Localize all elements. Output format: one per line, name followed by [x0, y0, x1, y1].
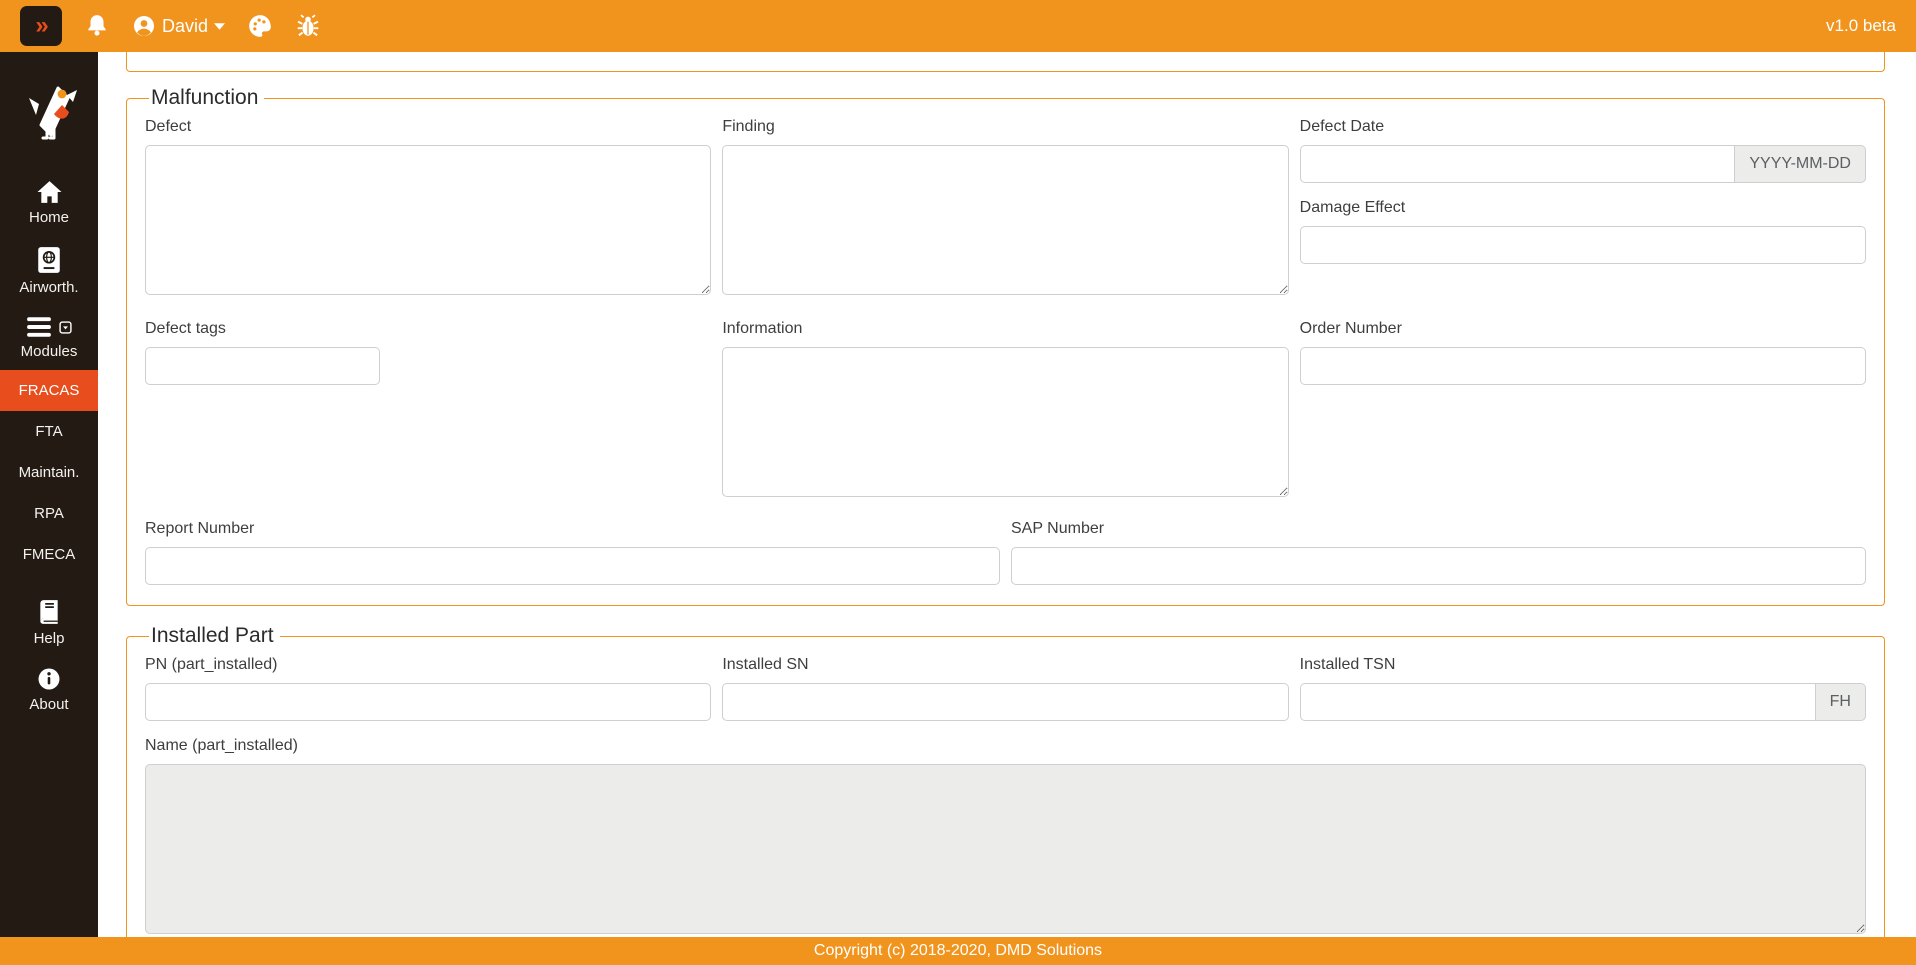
installed-part-legend: Installed Part [151, 624, 274, 647]
home-icon [36, 180, 63, 204]
installed-part-fieldset: Installed Part PN (part_installed) Insta… [126, 624, 1885, 937]
order-number-input[interactable] [1299, 347, 1866, 385]
app-version: v1.0 beta [1826, 16, 1896, 35]
report-number-label: Report Number [145, 520, 255, 537]
sidebar-item-fta[interactable]: FTA [0, 411, 98, 452]
pn-part-installed-input[interactable] [145, 683, 712, 721]
sap-number-input[interactable] [1011, 547, 1866, 585]
sidebar-item-maintain[interactable]: Maintain. [0, 452, 98, 493]
information-textarea[interactable] [722, 347, 1289, 497]
date-format-addon: YYYY-MM-DD [1735, 145, 1866, 183]
defect-tags-input[interactable] [145, 347, 380, 385]
user-circle-icon [132, 14, 156, 38]
name-part-installed-textarea [145, 764, 1866, 934]
passport-icon [37, 246, 61, 274]
sidebar-item-fmeca[interactable]: FMECA [0, 534, 98, 575]
defect-label: Defect [145, 118, 192, 135]
bug-report-icon[interactable] [295, 13, 321, 39]
installed-tsn-label: Installed TSN [1299, 656, 1396, 673]
sidebar-item-home[interactable]: Home [0, 170, 98, 236]
topbar: » David v1.0 beta [0, 0, 1916, 52]
order-number-label: Order Number [1299, 320, 1402, 337]
bars-menu-icon [26, 316, 52, 338]
sidebar-item-label: Help [33, 630, 65, 647]
sidebar-item-rpa[interactable]: RPA [0, 493, 98, 534]
defect-tags-label: Defect tags [145, 320, 226, 337]
defect-date-label: Defect Date [1299, 118, 1385, 135]
installed-tsn-input[interactable] [1299, 683, 1816, 721]
app-logo [17, 74, 81, 144]
sidebar-item-help[interactable]: Help [0, 589, 98, 657]
caret-square-down-icon [59, 320, 72, 334]
installed-sn-input[interactable] [722, 683, 1289, 721]
sidebar: Home Airworth. Modules FRACAS FTA Mainta… [0, 52, 98, 937]
damage-effect-label: Damage Effect [1299, 199, 1406, 216]
sidebar-item-airworthiness[interactable]: Airworth. [0, 236, 98, 306]
sidebar-item-fracas[interactable]: FRACAS [0, 370, 98, 411]
double-chevron-right-icon: » [35, 12, 48, 39]
info-circle-icon [37, 667, 61, 691]
defect-textarea[interactable] [145, 145, 712, 295]
finding-label: Finding [722, 118, 775, 135]
flight-hours-addon: FH [1815, 683, 1866, 721]
finding-textarea[interactable] [722, 145, 1289, 295]
sidebar-item-about[interactable]: About [0, 657, 98, 723]
footer: Copyright (c) 2018-2020, DMD Solutions [0, 937, 1916, 965]
copyright-text: Copyright (c) 2018-2020, DMD Solutions [813, 942, 1103, 959]
sidebar-item-label: Modules [20, 343, 78, 360]
malfunction-legend: Malfunction [151, 86, 259, 109]
damage-effect-input[interactable] [1299, 226, 1866, 264]
pn-part-installed-label: PN (part_installed) [145, 656, 278, 673]
previous-fieldset-bottom-border [126, 52, 1885, 72]
sidebar-item-label: About [29, 696, 69, 713]
main-content: Malfunction Defect Finding Defect Date Y… [98, 52, 1916, 937]
report-number-input[interactable] [145, 547, 1000, 585]
defect-date-input[interactable] [1299, 145, 1736, 183]
sidebar-collapse-button[interactable]: » [20, 6, 62, 46]
theme-palette-icon[interactable] [247, 13, 273, 39]
sap-number-label: SAP Number [1011, 520, 1105, 537]
sidebar-item-label: Home [28, 209, 69, 226]
name-part-installed-label: Name (part_installed) [145, 737, 298, 754]
malfunction-fieldset: Malfunction Defect Finding Defect Date Y… [126, 86, 1885, 606]
information-label: Information [722, 320, 803, 337]
notifications-bell-icon[interactable] [84, 13, 110, 39]
bird-logo-icon [29, 86, 77, 140]
user-menu[interactable]: David [132, 14, 226, 38]
sidebar-item-label: Airworth. [19, 279, 79, 296]
book-icon [37, 599, 61, 625]
chevron-down-icon [214, 22, 226, 30]
installed-sn-label: Installed SN [722, 656, 809, 673]
sidebar-item-modules[interactable]: Modules [0, 306, 98, 370]
user-name: David [162, 15, 209, 36]
